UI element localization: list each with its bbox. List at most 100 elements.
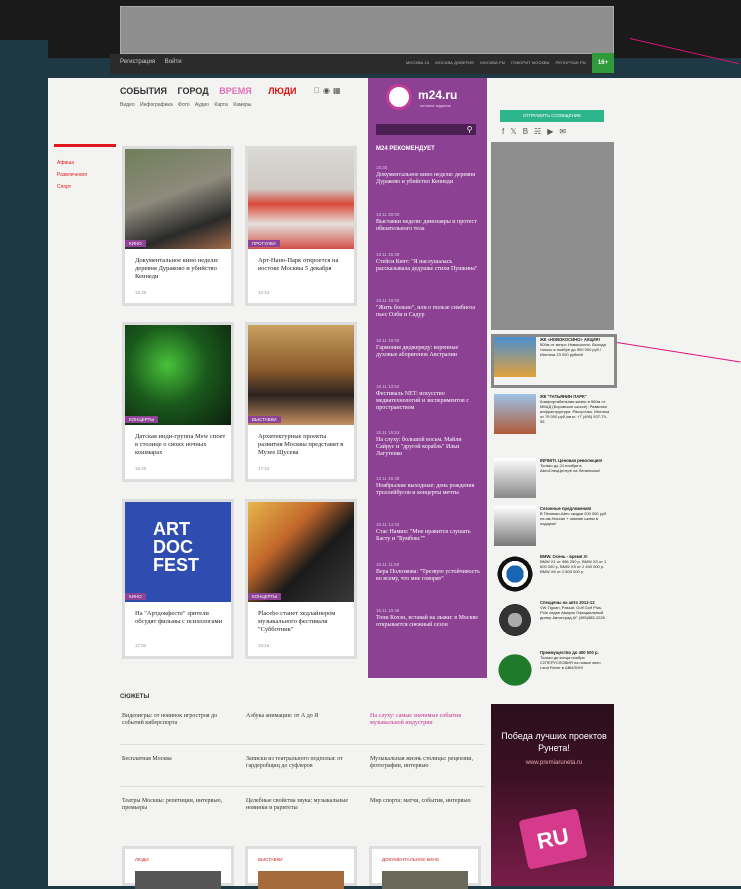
news-card[interactable]: ВЫСТАВКИ Архитектурные проекты развития … [245,322,357,482]
channel-link[interactable]: ГОВОРИТ МОСКВА [511,60,549,65]
story-link[interactable]: Мир спорта: матчи, события, интервью [370,798,485,805]
subnav-link[interactable]: Камеры [233,102,251,108]
news-title[interactable]: Документальное кино недели: деревня Дура… [376,172,480,186]
ad-item[interactable]: Сезонные предложения! В Пеликан-Авто скид… [494,506,612,550]
channel-link[interactable]: РЕПОРТАЖ FM [556,60,586,65]
news-card[interactable]: КИНО Документальное кино недели: деревня… [122,146,234,306]
recommend-item[interactable]: 19.11 20:00 Выставки недели: динозавры и … [376,212,480,233]
subnav-link[interactable]: Фото [178,102,190,108]
apple-icon[interactable]:  [314,86,323,95]
recommend-item[interactable]: 19.11 19:06 "Жить больно", или о пользе с… [376,298,480,319]
nav-city[interactable]: ГОРОД [178,86,209,96]
android-icon[interactable]: ◉ [323,86,333,95]
recommend-item[interactable]: 19.11 15:28 Стейси Кент: "Я наслушалась р… [376,252,480,273]
login-link[interactable]: Войти [165,59,182,65]
bottom-card[interactable]: ВЫСТАВКИ [245,846,357,889]
news-title[interactable]: Вера Полозкова: "Трезвую устойчивость во… [376,569,480,583]
story-link[interactable]: Целебные свойства звука: музыкальные нов… [246,798,361,812]
nav-events[interactable]: СОБЫТИЯ [120,86,167,96]
bottom-card-tag[interactable]: ДОКУМЕНТАЛЬНОЕ КИНО [382,857,439,862]
sidebar-item[interactable]: Спорт [57,181,87,193]
top-banner-ad[interactable] [120,6,614,54]
news-title[interactable]: Гармония диджериду: коренные духовые або… [376,345,480,359]
story-link[interactable]: Азбука анимации: от А до Я [246,713,361,720]
card-title[interactable]: Датская инди-группа Mew споет в столице … [135,433,227,457]
card-title[interactable]: На "Артдокфесте" зрители обсудят фильмы … [135,610,227,626]
search-icon[interactable]: ⚲ [463,124,476,135]
recommend-item[interactable]: 13.11 16:48 Ноябрьские выходные: день рож… [376,476,480,497]
recommend-item[interactable]: 15:35 Документальное кино недели: деревня… [376,165,480,186]
subnav-link[interactable]: Аудио [195,102,209,108]
news-card[interactable]: КОНЦЕРТЫ Датская инди-группа Mew споет в… [122,322,234,482]
recommend-item[interactable]: 18.11 13:54 Фестиваль NET: искусство меди… [376,384,480,412]
card-title[interactable]: Арт-Нано-Парк откроется на востоке Москв… [258,257,350,273]
card-title[interactable]: Документальное кино недели: деревня Дура… [135,257,227,281]
card-tag[interactable]: ПРОГУЛКИ [248,240,280,247]
sidebar-item[interactable]: Афиша [57,157,87,169]
story-link[interactable]: Музыкальная жизнь столицы: рецензии, фот… [370,756,485,770]
sidebar-ad-placeholder[interactable] [491,142,614,330]
card-title[interactable]: Placebo станет хедлайнером музыкального … [258,610,350,634]
bottom-card[interactable]: ЛЮДИ [122,846,234,889]
search-input[interactable] [376,124,476,135]
rss-icon[interactable]: ☵ [534,127,547,136]
ad-item[interactable]: BMW. Осень - время X! BMW X1 от 986 250 р… [494,554,612,598]
channel-link[interactable]: МОСКВА 24 [406,60,429,65]
story-link[interactable]: Театры Москвы: репетиции, интервью, прем… [122,798,237,812]
story-link[interactable]: На слуху: самые значимые события музыкал… [370,713,485,727]
recommend-item[interactable]: 15.11 10:46 Тони Кохэн, вставай на лыжи: … [376,608,480,629]
youtube-icon[interactable]: ▶ [547,127,559,136]
windows-icon[interactable]: ▦ [333,86,344,95]
news-card[interactable]: ART DOC FEST КИНО На "Артдокфесте" зрители… [122,499,234,659]
recommend-item[interactable]: 15.11 14:34 Стас Намин: "Мне нравится слу… [376,522,480,543]
news-title[interactable]: Стас Намин: "Мне нравится слушать Басту … [376,529,480,543]
nav-time[interactable]: ВРЕМЯ [219,86,251,96]
subnav-link[interactable]: Инфографика [140,102,173,108]
recommend-item[interactable]: 15.11 16:53 На слуху: большой восьм. Майл… [376,430,480,458]
card-title[interactable]: Архитектурные проекты развития Москвы пр… [258,433,350,457]
runet-prize-banner[interactable]: Победа лучших проектов Рунета! www.premi… [491,704,614,886]
news-title[interactable]: "Жить больно", или о пользе симбиоза пье… [376,305,480,319]
twitter-icon[interactable]: 𝕏 [510,127,522,136]
mail-icon[interactable]: ✉ [559,127,572,136]
nav-people[interactable]: ЛЮДИ [268,86,296,96]
news-title[interactable]: На слуху: большой восьм. Майли Сайрус и … [376,437,480,458]
ad-item[interactable]: ЖК "ТАТЬЯНИН ПАРК" Комфортабельная жизнь … [494,394,612,454]
channel-link[interactable]: МОСКВА ДОВЕРИЕ [435,60,474,65]
ad-item[interactable]: Преимущество до 400 000 р. Только до конц… [494,650,612,694]
promo-url[interactable]: www.premiaruneta.ru [499,760,609,766]
card-tag[interactable]: КОНЦЕРТЫ [125,416,159,423]
recommend-item[interactable]: 15.11 11:58 Вера Полозкова: "Трезвую усто… [376,562,480,583]
send-message-button[interactable]: ОТПРАВИТЬ СООБЩЕНИЕ [500,110,604,122]
bottom-card-tag[interactable]: ЛЮДИ [135,857,149,862]
subnav-link[interactable]: Видео [120,102,135,108]
card-tag[interactable]: ВЫСТАВКИ [248,416,281,423]
news-card[interactable]: ПРОГУЛКИ Арт-Нано-Парк откроется на вост… [245,146,357,306]
facebook-icon[interactable]: f [502,127,510,136]
card-tag[interactable]: КИНО [125,593,146,600]
ad-item[interactable]: INFINITI. Ценовая революция! Только до 24… [494,458,612,502]
news-title[interactable]: Фестиваль NET: искусство медиатехнологий… [376,391,480,412]
story-link[interactable]: Бесплатная Москва [122,756,237,763]
sidebar-item[interactable]: Развлечения [57,169,87,181]
vkontakte-icon[interactable]: B [523,127,534,136]
channel-link[interactable]: МОСКВА FM [480,60,505,65]
news-title[interactable]: Стейси Кент: "Я наслушалась рассказывала… [376,259,480,273]
card-tag[interactable]: КИНО [125,240,146,247]
subnav-link[interactable]: Карта [214,102,227,108]
bottom-card[interactable]: ДОКУМЕНТАЛЬНОЕ КИНО [369,846,481,889]
news-title[interactable]: Выставки недели: динозавры и протест обя… [376,219,480,233]
news-title[interactable]: Тони Кохэн, вставай на лыжи: в Москве от… [376,615,480,629]
news-card[interactable]: КОНЦЕРТЫ Placebo станет хедлайнером музы… [245,499,357,659]
story-link[interactable]: Записки из театрального подполья: от гар… [246,756,361,770]
m24-logo-icon[interactable] [386,84,412,110]
news-title[interactable]: Ноябрьские выходные: день рождения тролл… [376,483,480,497]
register-link[interactable]: Регистрация [120,59,155,65]
ad-item[interactable]: ЖК «НОВОКОСИНО» АКЦИЯ! 500м от метро Ново… [494,337,612,385]
bottom-card-tag[interactable]: ВЫСТАВКИ [258,857,283,862]
m24-logo[interactable]: m24.ru [418,88,457,102]
ad-item[interactable]: Спеццены на авто 2012-13 VW Tiguan, Passa… [494,600,612,648]
recommend-item[interactable]: 18.11 19:30 Гармония диджериду: коренные … [376,338,480,359]
card-tag[interactable]: КОНЦЕРТЫ [248,593,282,600]
story-link[interactable]: Видеоигры: от новинок игростроя до событ… [122,713,237,727]
